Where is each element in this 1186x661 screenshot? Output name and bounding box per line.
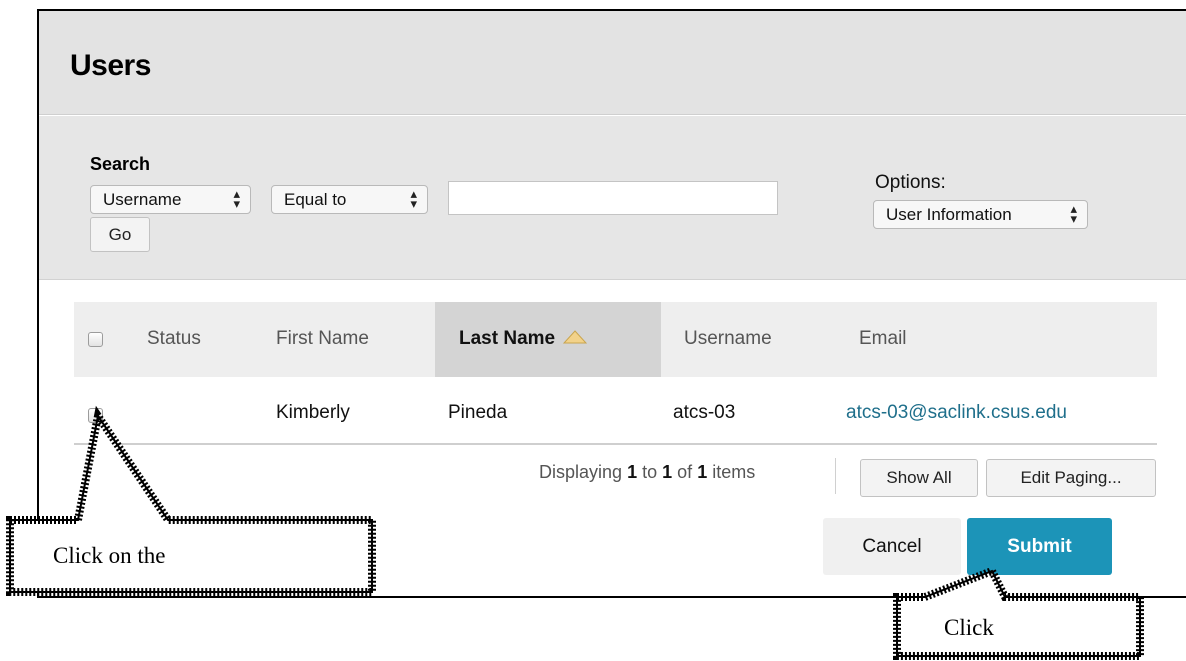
- cancel-button[interactable]: Cancel: [823, 518, 961, 575]
- search-operator-select[interactable]: Equal to ▴ ▾: [271, 185, 428, 214]
- column-header-status[interactable]: Status: [147, 328, 201, 350]
- select-arrows-icon: ▴ ▾: [233, 186, 240, 211]
- cell-email-link[interactable]: atcs-03@saclink.csus.edu: [846, 402, 1067, 424]
- paging-of-word: of: [677, 462, 693, 482]
- table-row: Kimberly Pineda atcs-03 atcs-03@saclink.…: [74, 377, 1157, 445]
- show-all-button[interactable]: Show All: [860, 459, 978, 497]
- table-header: Status First Name Last Name Username Ema…: [74, 302, 1157, 377]
- paging-suffix: items: [712, 462, 756, 482]
- options-value: User Information: [886, 205, 1012, 224]
- users-panel: Users Search Username ▴ ▾ Equal to ▴ ▾ Go …: [37, 9, 1186, 598]
- search-input[interactable]: [448, 181, 778, 215]
- column-header-last-name[interactable]: Last Name: [459, 328, 588, 350]
- column-header-first-name[interactable]: First Name: [276, 328, 369, 350]
- cell-last-name: Pineda: [448, 402, 508, 423]
- paging-to-word: to: [642, 462, 658, 482]
- cell-username: atcs-03: [673, 402, 736, 423]
- paging-summary: Displaying 1 to 1 of 1 items: [539, 462, 755, 483]
- options-label: Options:: [875, 172, 946, 193]
- column-header-email[interactable]: Email: [859, 328, 907, 350]
- paging-total: 1: [697, 462, 708, 482]
- go-button[interactable]: Go: [90, 217, 150, 252]
- search-field-value: Username: [103, 190, 182, 209]
- search-field-select[interactable]: Username ▴ ▾: [90, 185, 251, 214]
- paging-divider: [835, 458, 836, 494]
- column-header-username[interactable]: Username: [684, 328, 772, 350]
- row-checkbox[interactable]: [88, 408, 103, 423]
- title-bar: Users: [39, 11, 1186, 115]
- paging-to: 1: [662, 462, 673, 482]
- paging-from: 1: [627, 462, 638, 482]
- edit-paging-button[interactable]: Edit Paging...: [986, 459, 1156, 497]
- left-callout-text: Click on the: [53, 543, 166, 568]
- column-header-last-name-label: Last Name: [459, 328, 556, 350]
- cell-first-name: Kimberly: [276, 402, 350, 423]
- select-arrows-icon: ▴ ▾: [1070, 201, 1077, 226]
- options-select[interactable]: User Information ▴ ▾: [873, 200, 1088, 229]
- select-arrows-icon: ▴ ▾: [410, 186, 417, 211]
- search-label: Search: [90, 154, 151, 174]
- right-callout-text: Click: [944, 615, 994, 640]
- select-all-checkbox[interactable]: [88, 332, 103, 347]
- search-operator-value: Equal to: [284, 190, 347, 209]
- submit-button[interactable]: Submit: [967, 518, 1112, 575]
- paging-prefix: Displaying: [539, 462, 623, 482]
- search-panel: Search Username ▴ ▾ Equal to ▴ ▾ Go Option…: [39, 116, 1186, 280]
- page-title: Users: [70, 49, 151, 82]
- sort-ascending-icon: [562, 328, 588, 350]
